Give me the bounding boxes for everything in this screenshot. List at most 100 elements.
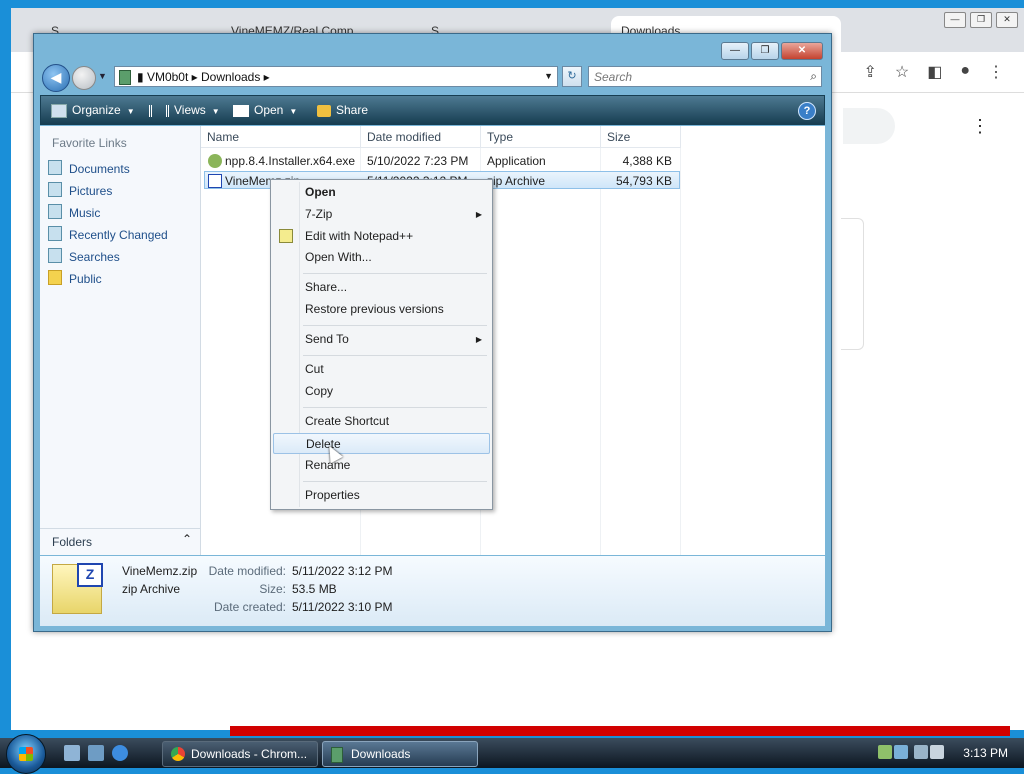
- menu-create-shortcut-label: Create Shortcut: [305, 414, 390, 428]
- menu-cut-label: Cut: [305, 362, 324, 376]
- music-icon: [48, 204, 62, 219]
- help-icon[interactable]: ?: [798, 102, 816, 120]
- maximize-button[interactable]: ❐: [751, 42, 779, 60]
- chrome-close-button[interactable]: ✕: [996, 12, 1018, 28]
- installer-icon: [208, 154, 222, 168]
- fav-pictures-label: Pictures: [69, 184, 113, 198]
- menu-properties-label: Properties: [305, 488, 360, 502]
- column-type[interactable]: Type: [481, 126, 601, 148]
- details-file-name: VineMemz.zip: [122, 564, 198, 578]
- chevron-down-icon: ▼: [289, 107, 298, 116]
- chrome-menu-icon[interactable]: ⋮: [988, 62, 1004, 82]
- back-button[interactable]: ◀: [42, 64, 70, 92]
- profile-icon[interactable]: ●: [960, 62, 970, 82]
- taskbar-explorer-button[interactable]: Downloads: [322, 741, 478, 767]
- fav-public-label: Public: [69, 272, 102, 286]
- internet-explorer-icon[interactable]: [112, 745, 128, 761]
- zip-icon: [208, 174, 222, 188]
- file-size: 4,388 KB: [622, 154, 672, 168]
- fav-recently-changed[interactable]: Recently Changed: [48, 226, 168, 244]
- menu-rename[interactable]: Rename: [273, 455, 490, 476]
- menu-copy[interactable]: Copy: [273, 381, 490, 402]
- minimize-button[interactable]: —: [721, 42, 749, 60]
- network-icon[interactable]: [878, 745, 892, 759]
- chrome-maximize-button[interactable]: ❐: [970, 12, 992, 28]
- open-button[interactable]: Open ▼: [233, 96, 297, 124]
- share-icon[interactable]: ⇪: [863, 62, 876, 82]
- menu-restore-versions[interactable]: Restore previous versions: [273, 299, 490, 320]
- chevron-down-icon: ▼: [211, 107, 220, 116]
- share-button[interactable]: Share: [317, 96, 368, 124]
- share-label: Share: [336, 103, 369, 117]
- volume-muted-icon[interactable]: [930, 745, 944, 759]
- system-tray: 3:13 PM: [864, 738, 1024, 768]
- address-dropdown-icon[interactable]: ▼: [544, 71, 553, 81]
- refresh-button[interactable]: ↻: [562, 66, 582, 87]
- close-button[interactable]: ✕: [781, 42, 823, 60]
- menu-open-with[interactable]: Open With...: [273, 247, 490, 268]
- searches-icon: [48, 248, 62, 263]
- documents-icon: [48, 160, 62, 175]
- monitor-icon[interactable]: [914, 745, 928, 759]
- details-file-type: zip Archive: [122, 582, 181, 596]
- menu-edit-notepad-label: Edit with Notepad++: [305, 229, 414, 243]
- fav-documents[interactable]: Documents: [48, 160, 130, 178]
- details-date-modified-label: Date modified:: [208, 564, 286, 578]
- search-box[interactable]: Search ⌕: [588, 66, 822, 87]
- 7zip-icon: [233, 104, 249, 117]
- menu-send-to-label: Send To: [305, 332, 349, 346]
- views-button[interactable]: Views ▼: [149, 96, 220, 124]
- column-name[interactable]: Name: [201, 126, 361, 148]
- chevron-up-icon[interactable]: ⌃: [182, 532, 192, 546]
- fav-music[interactable]: Music: [48, 204, 100, 222]
- search-icon[interactable]: ⌕: [810, 69, 817, 84]
- taskbar: Downloads - Chrom... Downloads 3:13 PM: [0, 734, 1024, 774]
- start-button[interactable]: [6, 734, 46, 774]
- details-date-created-label: Date created:: [213, 600, 286, 614]
- background-red-strip: [230, 726, 1010, 736]
- search-placeholder: Search: [594, 70, 633, 84]
- column-date-modified[interactable]: Date modified: [361, 126, 481, 148]
- column-size[interactable]: Size: [601, 126, 681, 148]
- sidepanel-icon[interactable]: ◧: [927, 62, 942, 82]
- switch-windows-icon[interactable]: [88, 745, 104, 761]
- chrome-search-pill: [843, 108, 895, 144]
- chrome-icon: [171, 747, 185, 761]
- more-actions-icon[interactable]: ⋮: [971, 116, 989, 137]
- organize-button[interactable]: Organize ▼: [51, 96, 135, 124]
- menu-open[interactable]: Open: [273, 182, 490, 203]
- windows-logo-icon: [19, 747, 33, 761]
- taskbar-chrome-button[interactable]: Downloads - Chrom...: [162, 741, 318, 767]
- menu-7zip[interactable]: 7-Zip ▶: [273, 204, 490, 225]
- taskbar-chrome-label: Downloads - Chrom...: [191, 747, 308, 761]
- menu-cut[interactable]: Cut: [273, 359, 490, 380]
- address-bar[interactable]: ▮ VM0b0t ▸ Downloads ▸ ▼: [114, 66, 558, 87]
- menu-delete[interactable]: Delete: [273, 433, 490, 454]
- folders-bar[interactable]: Folders ⌃: [40, 528, 200, 555]
- menu-share[interactable]: Share...: [273, 277, 490, 298]
- address-path[interactable]: ▮ VM0b0t ▸ Downloads ▸: [137, 70, 270, 84]
- menu-send-to[interactable]: Send To ▶: [273, 329, 490, 350]
- favorite-links-title: Favorite Links: [52, 136, 127, 150]
- details-date-modified: 5/11/2022 3:12 PM: [292, 564, 393, 578]
- show-desktop-icon[interactable]: [64, 745, 80, 761]
- chrome-window-controls: — ❐ ✕: [944, 12, 1018, 28]
- chevron-down-icon: ▼: [126, 107, 135, 116]
- tray-app-icon[interactable]: [894, 745, 908, 759]
- menu-open-with-label: Open With...: [305, 250, 372, 264]
- menu-create-shortcut[interactable]: Create Shortcut: [273, 411, 490, 432]
- forward-button[interactable]: [72, 66, 96, 90]
- bookmark-star-icon[interactable]: ☆: [895, 62, 909, 82]
- fav-searches[interactable]: Searches: [48, 248, 120, 266]
- recently-changed-icon: [48, 226, 62, 241]
- fav-pictures[interactable]: Pictures: [48, 182, 112, 200]
- chrome-minimize-button[interactable]: —: [944, 12, 966, 28]
- file-row[interactable]: npp.8.4.Installer.x64.exe 5/10/2022 7:23…: [204, 152, 680, 170]
- file-type: zip Archive: [487, 174, 546, 188]
- menu-properties[interactable]: Properties: [273, 485, 490, 506]
- computer-icon: [119, 70, 131, 85]
- clock[interactable]: 3:13 PM: [963, 746, 1008, 760]
- recent-pages-chevron-icon[interactable]: ▼: [98, 71, 107, 81]
- fav-public[interactable]: Public: [48, 270, 102, 288]
- menu-edit-notepad[interactable]: Edit with Notepad++: [273, 226, 490, 247]
